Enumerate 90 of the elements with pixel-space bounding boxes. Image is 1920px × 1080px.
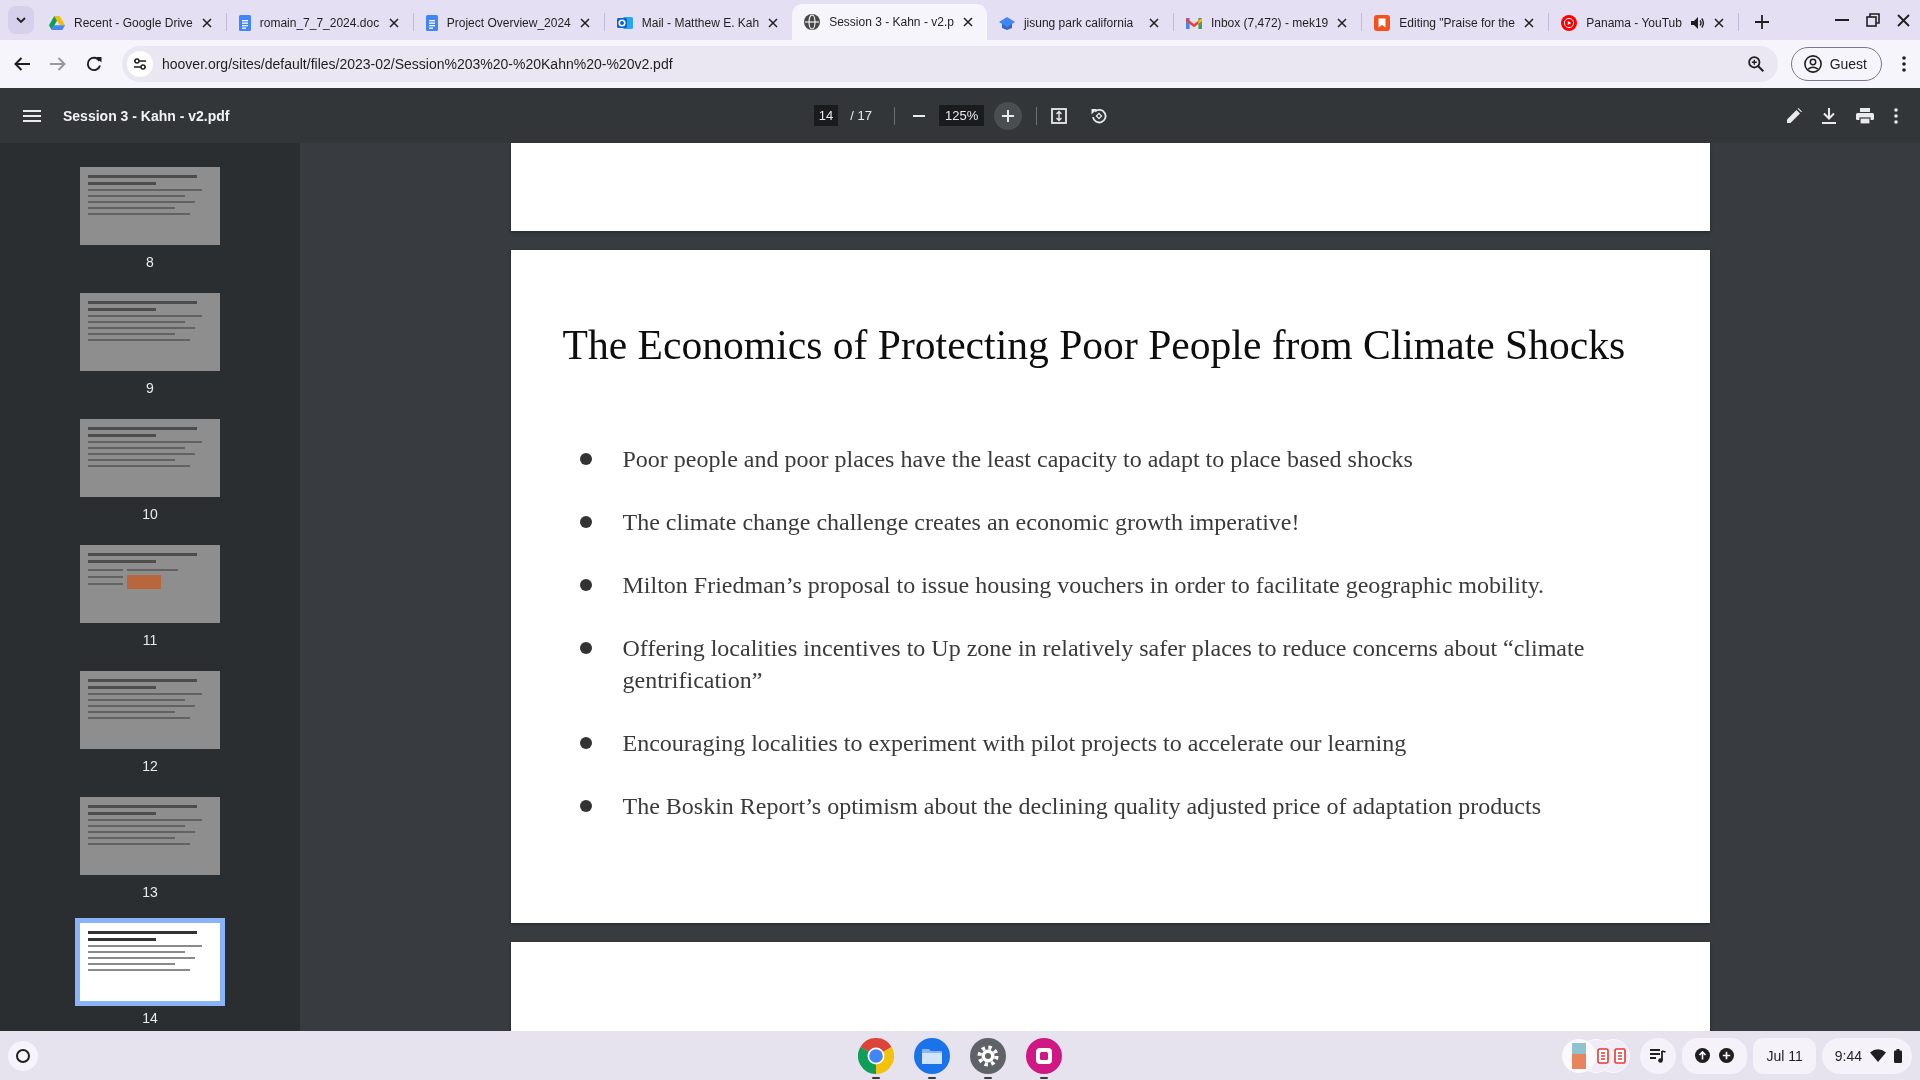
wifi-icon bbox=[1870, 1049, 1886, 1062]
close-icon[interactable] bbox=[962, 17, 973, 27]
tune-icon[interactable] bbox=[127, 51, 153, 77]
zoom-level-field[interactable]: 125% bbox=[938, 105, 985, 126]
close-icon[interactable] bbox=[579, 18, 590, 28]
fit-to-page-icon[interactable] bbox=[1051, 107, 1068, 124]
envelope-icon bbox=[1185, 17, 1202, 29]
zoom-in-button[interactable] bbox=[994, 101, 1023, 130]
page-number: 9 bbox=[146, 379, 154, 397]
close-icon[interactable] bbox=[1897, 13, 1910, 27]
launcher-icon[interactable] bbox=[8, 1040, 38, 1071]
bullet-text: Poor people and poor places have the least capacity to adapt to place based shocks bbox=[622, 445, 1413, 474]
page-number: 11 bbox=[142, 631, 158, 649]
restore-icon[interactable] bbox=[1866, 13, 1880, 27]
browser-tab[interactable]: Session 3 - Kahn - v2.p bbox=[792, 4, 987, 40]
tab-list-button[interactable] bbox=[8, 6, 34, 34]
close-icon[interactable] bbox=[1337, 18, 1348, 28]
bullet-text: The Boskin Report’s optimism about the declining quality adjusted price of adaptation products bbox=[622, 792, 1541, 821]
browser-tab[interactable]: Mail - Matthew E. Kah bbox=[604, 6, 793, 40]
bullet-text: Milton Friedman’s proposal to issue housing vouchers in order to facilitate geographic mobility. bbox=[622, 571, 1545, 600]
page-count: / 17 bbox=[850, 108, 872, 123]
zoom-out-icon[interactable] bbox=[912, 114, 925, 117]
app-tile-icon[interactable] bbox=[1026, 1037, 1062, 1074]
pen-icon[interactable] bbox=[1787, 108, 1802, 123]
reload-icon[interactable] bbox=[86, 56, 102, 72]
browser-tab[interactable]: Project Overview_2024 bbox=[413, 6, 604, 40]
status-area-button[interactable]: 9:44 bbox=[1821, 1037, 1912, 1074]
browser-tab[interactable]: Editing "Praise for the bbox=[1362, 6, 1549, 40]
thumbnail-stack-icon[interactable] bbox=[1562, 1038, 1631, 1073]
close-icon[interactable] bbox=[1524, 18, 1535, 28]
close-icon[interactable] bbox=[388, 18, 399, 28]
menu-icon[interactable] bbox=[23, 109, 41, 122]
graduation-cap-icon bbox=[998, 16, 1015, 30]
page-number: 14 bbox=[142, 1009, 158, 1027]
rotate-icon[interactable] bbox=[1091, 107, 1108, 124]
close-icon[interactable] bbox=[201, 18, 212, 28]
plus-icon bbox=[1002, 109, 1015, 122]
triangle-logo-icon bbox=[49, 16, 65, 30]
plus-circle-icon bbox=[1719, 1048, 1735, 1063]
page-number: 13 bbox=[142, 883, 158, 901]
browser-tab[interactable]: Recent - Google Drive bbox=[37, 6, 226, 40]
browser-tab[interactable]: romain_7_7_2024.doc bbox=[226, 6, 413, 40]
page-thumbnail[interactable] bbox=[75, 918, 225, 1006]
document-title: Session 3 - Kahn - v2.pdf bbox=[63, 107, 230, 124]
bullet-icon bbox=[579, 800, 592, 812]
circle-logo-icon[interactable] bbox=[858, 1037, 894, 1074]
bullet-text: The climate change challenge creates an economic growth imperative! bbox=[622, 508, 1300, 537]
ring-tile-icon bbox=[616, 15, 633, 31]
arrow-up-circle-icon bbox=[1695, 1048, 1711, 1063]
document-icon bbox=[238, 15, 251, 31]
back-icon[interactable] bbox=[14, 57, 30, 71]
speaker-icon[interactable] bbox=[1690, 17, 1705, 29]
address-bar[interactable]: hoover.org/sites/default/files/2023-02/Session%203%20-%20Kahn%20-%20v2.pdf bbox=[122, 46, 1778, 82]
more-icon[interactable] bbox=[1894, 107, 1898, 124]
battery-icon bbox=[1894, 1048, 1902, 1063]
folder-icon[interactable] bbox=[914, 1037, 950, 1074]
document-icon bbox=[425, 15, 438, 31]
browser-tab[interactable]: jisung park california bbox=[986, 6, 1173, 40]
bullet-icon bbox=[579, 737, 592, 749]
close-icon[interactable] bbox=[1713, 18, 1724, 28]
person-icon bbox=[1803, 55, 1822, 73]
download-icon[interactable] bbox=[1822, 107, 1836, 124]
close-icon[interactable] bbox=[768, 18, 779, 28]
bullet-text: Encouraging localities to experiment with pilot projects to accelerate our learning bbox=[622, 729, 1407, 758]
browser-tab[interactable]: Panama - YouTub bbox=[1549, 6, 1738, 40]
playlist-icon bbox=[1650, 1048, 1667, 1063]
bookmark-tile-icon bbox=[1374, 15, 1391, 31]
page-number-field[interactable]: 14 bbox=[813, 105, 839, 126]
more-icon[interactable] bbox=[1902, 56, 1906, 72]
plus-icon[interactable] bbox=[1754, 15, 1769, 29]
close-icon[interactable] bbox=[1148, 18, 1159, 28]
bullet-icon bbox=[579, 516, 592, 528]
print-icon[interactable] bbox=[1856, 107, 1874, 124]
page-number: 12 bbox=[142, 757, 158, 775]
globe-icon bbox=[804, 14, 821, 30]
play-circle-icon bbox=[1561, 15, 1578, 31]
bullet-text: Offering localities incentives to Up zone in relatively safer places to reduce concerns about “climate gentrification” bbox=[622, 634, 1586, 695]
page-number: 10 bbox=[142, 505, 158, 523]
zoom-icon[interactable] bbox=[1747, 56, 1764, 72]
bullet-icon bbox=[579, 579, 592, 591]
settings-icon[interactable] bbox=[970, 1037, 1006, 1074]
date-button[interactable]: Jul 11 bbox=[1753, 1037, 1816, 1074]
slide-title: The Economics of Protecting Poor People from Climate Shocks bbox=[562, 321, 1627, 370]
browser-tab[interactable]: Inbox (7,472) - mek19 bbox=[1173, 6, 1362, 40]
media-controls-button[interactable] bbox=[1640, 1037, 1677, 1074]
bullet-icon bbox=[579, 453, 592, 465]
page-number: 8 bbox=[146, 253, 154, 271]
bullet-icon bbox=[579, 642, 592, 654]
tray-status-button[interactable] bbox=[1682, 1037, 1748, 1074]
chevron-down-icon bbox=[16, 17, 26, 23]
